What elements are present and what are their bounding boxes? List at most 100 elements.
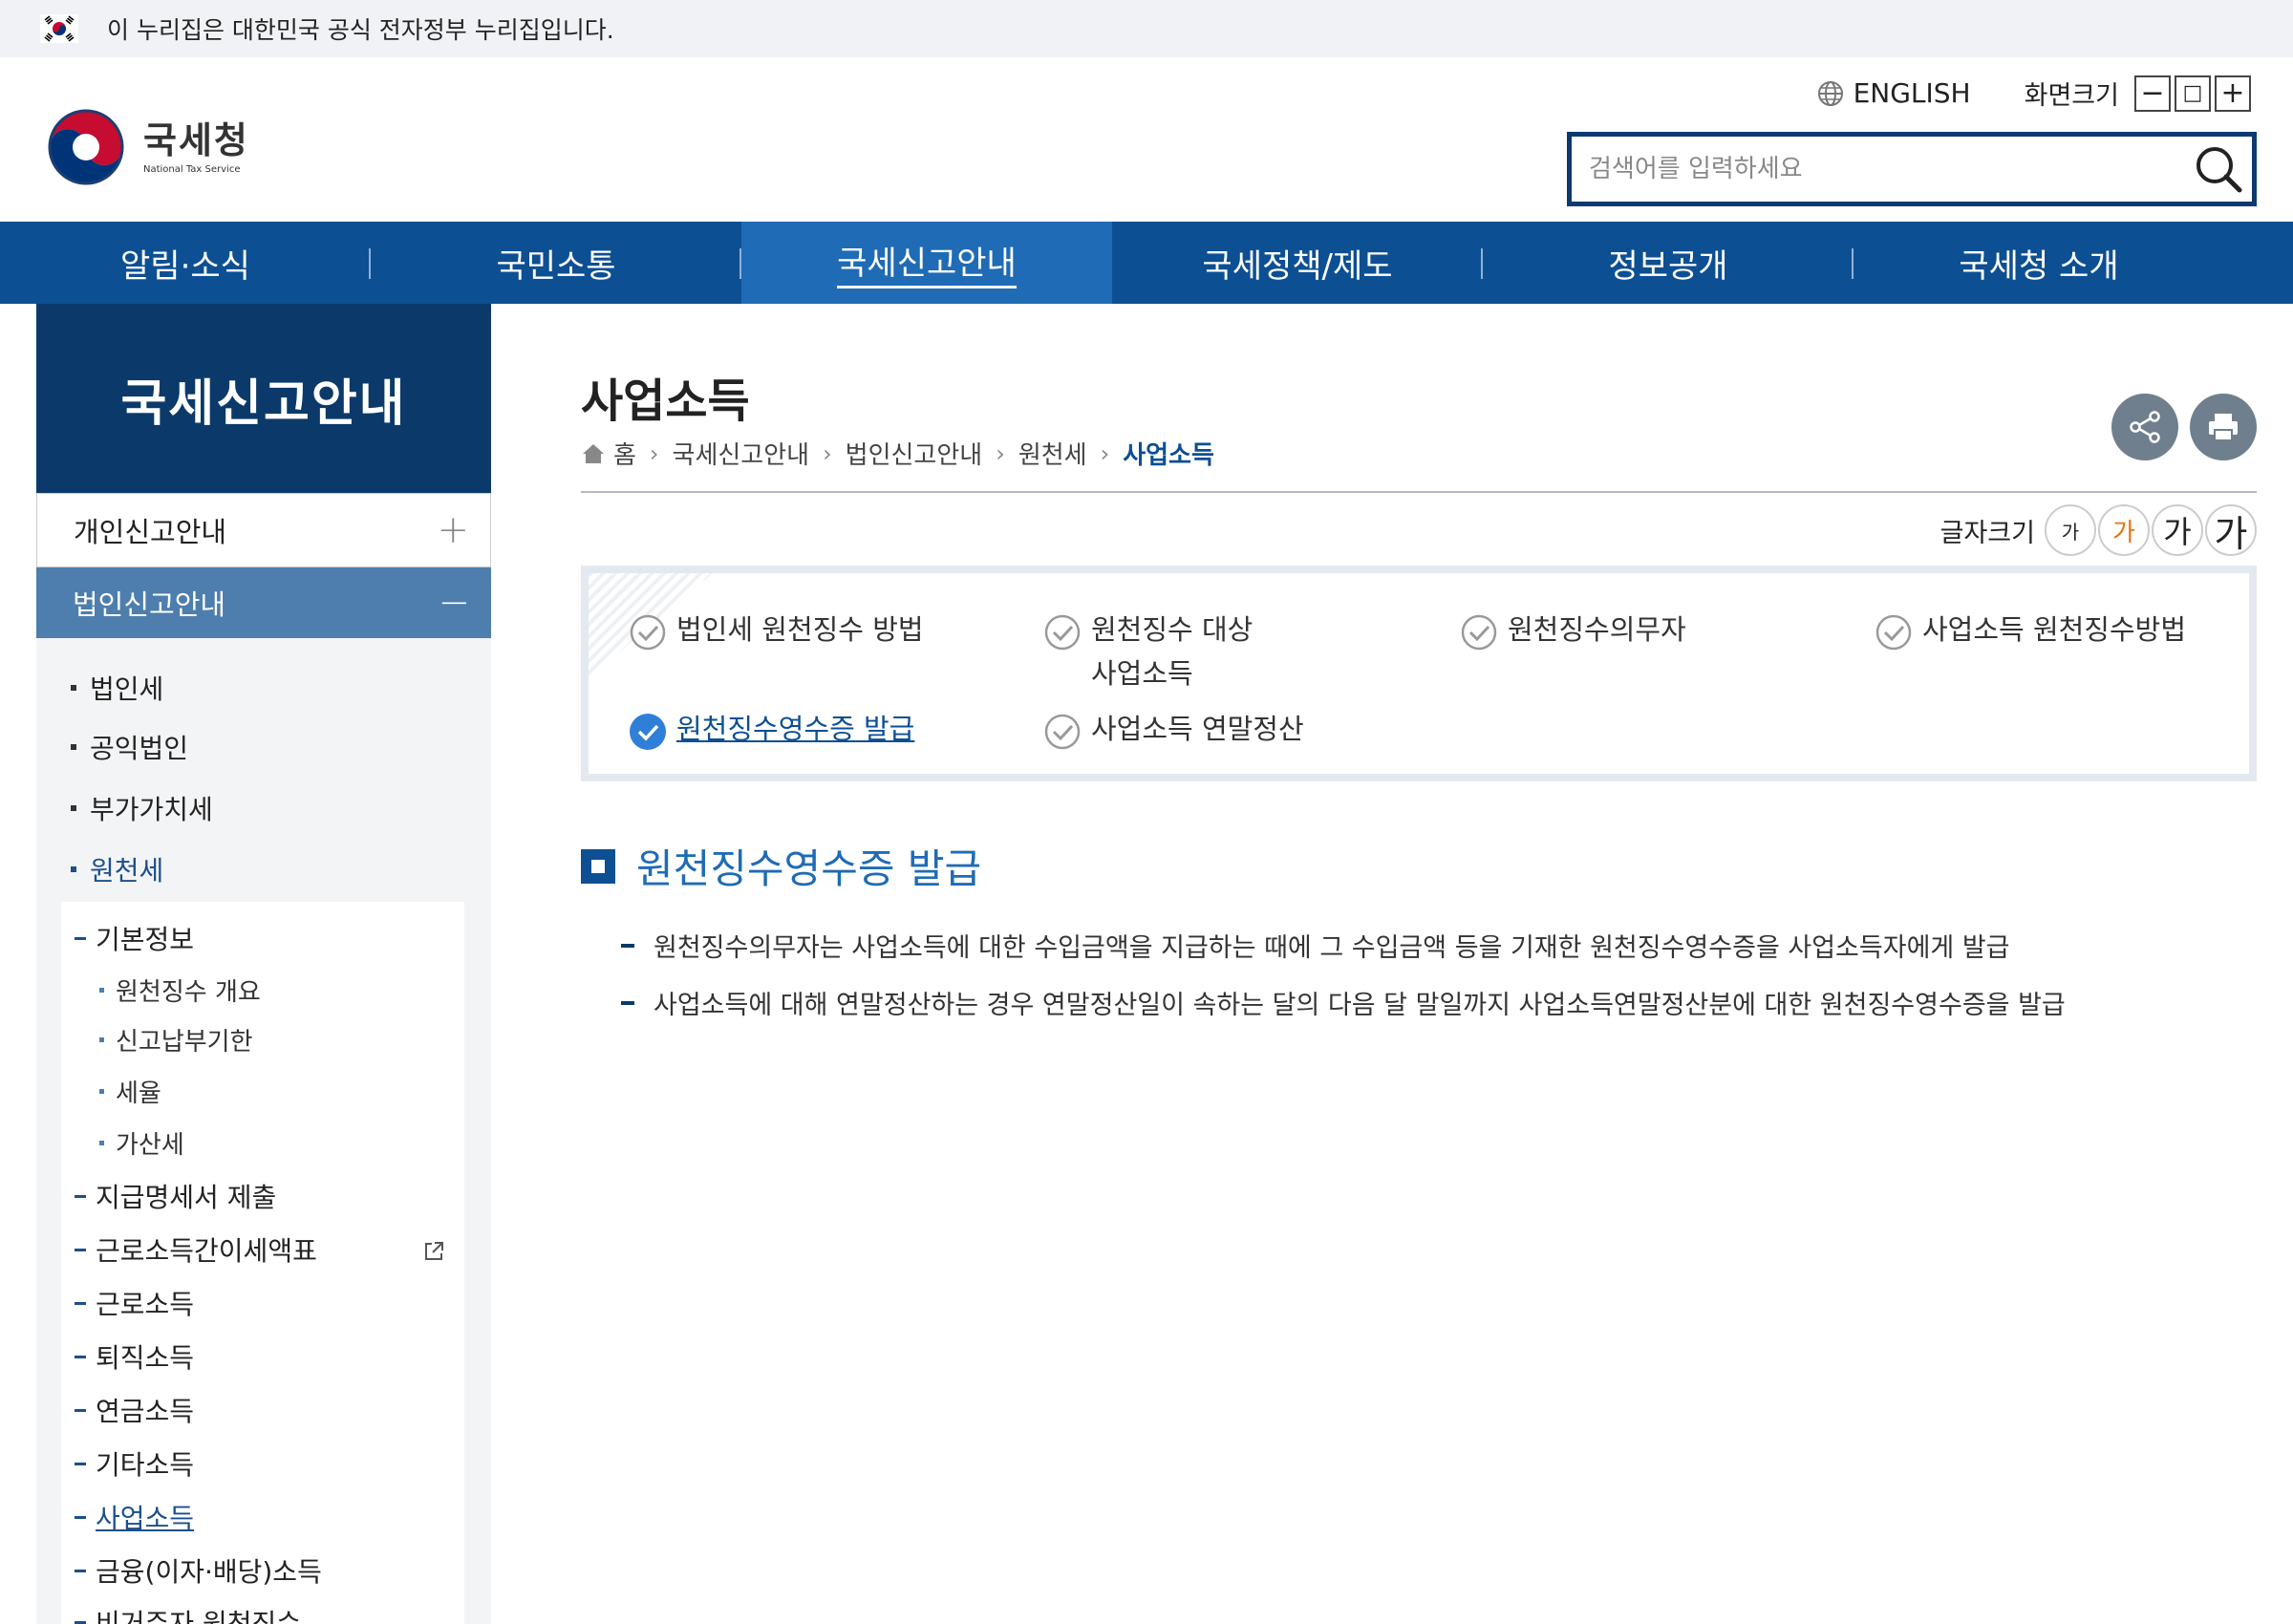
language-link[interactable]: ENGLISH: [1817, 77, 1971, 109]
sidebar-l4-penalty[interactable]: 가산세: [99, 1125, 184, 1161]
sidebar-l3-earned-income[interactable]: 근로소득: [75, 1284, 194, 1322]
content-bullet: 원천징수의무자는 사업소득에 대한 수입금액을 지급하는 때에 그 수입금액 등…: [621, 927, 2010, 964]
sidebar-item-label: 법인신고안내: [73, 588, 226, 621]
share-icon: [2130, 411, 2160, 443]
tab-corporate-withholding-method[interactable]: 법인세 원천징수 방법: [629, 608, 924, 652]
search-button[interactable]: [2185, 137, 2252, 202]
sidebar-l3-business-income[interactable]: 사업소득: [75, 1498, 194, 1536]
tab-withholding-target[interactable]: 원천징수 대상사업소득: [1043, 608, 1253, 695]
search-input[interactable]: [1572, 140, 2185, 198]
korea-flag-icon: [40, 14, 78, 43]
zoom-reset-button[interactable]: □: [2175, 75, 2211, 112]
sidebar-l3-label: 기본정보: [96, 924, 195, 955]
chevron-right-icon: ›: [823, 439, 832, 467]
tab-label: 원천징수의무자: [1508, 613, 1686, 646]
sidebar-l3-nonresident[interactable]: 비거주자 원천징수: [75, 1603, 301, 1624]
tab-label: 법인세 원천징수 방법: [676, 613, 924, 646]
breadcrumb-home[interactable]: 홈: [613, 436, 636, 471]
sidebar-l3-basic-info[interactable]: 기본정보: [75, 919, 194, 957]
sidebar-sub-label: 공익법인: [90, 733, 189, 764]
gov-banner-text: 이 누리집은 대한민국 공식 전자정부 누리집입니다.: [107, 16, 614, 44]
content-bullet-text: 사업소득에 대해 연말정산하는 경우 연말정산일이 속하는 달의 다음 달 말일…: [654, 991, 2066, 1020]
sidebar-sub-vat[interactable]: 부가가치세: [71, 789, 213, 827]
sidebar-l3-label: 지급명세서 제출: [96, 1182, 277, 1213]
section-title-text: 원천징수영수증 발급: [636, 845, 982, 892]
logo-name-en: National Tax Service: [143, 163, 241, 175]
breadcrumb-item[interactable]: 국세신고안내: [673, 436, 810, 471]
print-button[interactable]: [2190, 394, 2257, 460]
tab-label: 원천징수 대상사업소득: [1091, 608, 1253, 695]
sidebar-l3-simple-tax-table[interactable]: 근로소득간이세액표: [75, 1230, 317, 1269]
tab-business-withholding-method[interactable]: 사업소득 원천징수방법: [1875, 608, 2186, 652]
font-size-label: 글자크기: [1939, 518, 2035, 548]
sidebar-l3-label: 퇴직소득: [96, 1342, 195, 1374]
gnb-item-tax-filing[interactable]: 국세신고안내: [741, 222, 1112, 304]
minus-icon: −: [438, 581, 470, 625]
font-size-control: 글자크기 가 가 가 가: [1940, 504, 2257, 556]
gnb-item-communication[interactable]: 국민소통: [371, 222, 741, 304]
chevron-right-icon: ›: [649, 439, 659, 467]
sidebar-item-personal[interactable]: 개인신고안내 +: [36, 493, 491, 567]
gnb-item-about[interactable]: 국세청 소개: [1854, 222, 2224, 304]
sidebar-l3-label: 연금소득: [96, 1396, 195, 1427]
logo[interactable]: 국세청 National Tax Service: [44, 105, 249, 189]
tab-label-line2: 사업소득: [1091, 657, 1193, 690]
tab-withholding-agent[interactable]: 원천징수의무자: [1460, 608, 1686, 652]
zoom-reset-label: □: [2182, 80, 2203, 105]
font-size-large-button[interactable]: 가: [2152, 504, 2203, 556]
content-bullet-text: 원천징수의무자는 사업소득에 대한 수입금액을 지급하는 때에 그 수입금액 등…: [654, 933, 2010, 963]
tab-label: 사업소득 원천징수방법: [1922, 613, 2187, 646]
external-link-icon: [425, 1242, 443, 1260]
globe-icon: [1817, 80, 1843, 106]
font-size-default-button[interactable]: 가: [2098, 504, 2150, 556]
sidebar-l3-payment-statement[interactable]: 지급명세서 제출: [75, 1177, 276, 1215]
gnb-label: 국세정책/제도: [1202, 246, 1393, 286]
sidebar-l4-deadline[interactable]: 신고납부기한: [99, 1022, 253, 1058]
breadcrumb-item[interactable]: 원천세: [1018, 436, 1087, 471]
font-size-xlarge-button[interactable]: 가: [2205, 504, 2257, 556]
home-icon: [583, 443, 604, 463]
breadcrumb-item[interactable]: 법인신고안내: [846, 436, 983, 471]
sidebar-item-corporate[interactable]: 법인신고안내 −: [36, 567, 491, 638]
sidebar-sub-corporate-tax[interactable]: 법인세: [71, 669, 163, 707]
sidebar-sub-public-interest[interactable]: 공익법인: [71, 728, 188, 766]
check-circle-icon: [1875, 614, 1912, 651]
sidebar-l4-label: 신고납부기한: [116, 1028, 253, 1057]
tab-business-year-end[interactable]: 사업소득 연말정산: [1043, 707, 1304, 751]
gnb-label: 국세청 소개: [1959, 246, 2119, 286]
language-label: ENGLISH: [1853, 77, 1971, 109]
zoom-out-button[interactable]: −: [2134, 75, 2171, 112]
tab-label: 원천징수영수증 발급: [676, 713, 915, 745]
sidebar-l3-label: 비거주자 원천징수: [96, 1608, 301, 1624]
sidebar-l3-financial-income[interactable]: 금융(이자·배당)소득: [75, 1551, 322, 1590]
search-box: [1567, 132, 2257, 206]
section-square-icon: [581, 848, 615, 884]
print-icon: [2209, 414, 2238, 441]
gnb-item-policy[interactable]: 국세정책/제도: [1112, 222, 1483, 304]
sidebar-l3-pension-income[interactable]: 연금소득: [75, 1391, 194, 1429]
content-bullet: 사업소득에 대해 연말정산하는 경우 연말정산일이 속하는 달의 다음 달 말일…: [621, 984, 2066, 1021]
sidebar-l3-label: 근로소득: [96, 1289, 195, 1320]
font-size-small-button[interactable]: 가: [2045, 504, 2096, 556]
gnb-label: 정보공개: [1608, 246, 1728, 286]
gnb-item-disclosure[interactable]: 정보공개: [1483, 222, 1854, 304]
sidebar-title: 국세신고안내: [36, 304, 491, 493]
sidebar-item-label: 개인신고안내: [74, 516, 227, 548]
gnb-label: 알림·소식: [120, 246, 250, 286]
share-button[interactable]: [2111, 394, 2178, 460]
sidebar-l4-label: 세율: [116, 1079, 161, 1108]
tab-label-line1: 원천징수 대상: [1091, 613, 1254, 646]
check-circle-icon: [630, 614, 666, 651]
sidebar-l3-other-income[interactable]: 기타소득: [75, 1444, 194, 1483]
sidebar-l3-retirement-income[interactable]: 퇴직소득: [75, 1337, 194, 1376]
section-title: 원천징수영수증 발급: [581, 837, 981, 895]
zoom-label: 화면크기: [2024, 81, 2119, 111]
zoom-in-button[interactable]: +: [2215, 75, 2251, 112]
sidebar-l4-rate[interactable]: 세율: [99, 1074, 161, 1109]
gnb-item-news[interactable]: 알림·소식: [0, 222, 371, 304]
page-title: 사업소득: [581, 374, 750, 428]
check-circle-active-icon: [630, 714, 666, 750]
tab-receipt-issuance[interactable]: 원천징수영수증 발급: [629, 707, 914, 751]
sidebar-sub-withholding[interactable]: 원천세: [71, 850, 163, 888]
sidebar-l4-overview[interactable]: 원천징수 개요: [99, 972, 261, 1008]
